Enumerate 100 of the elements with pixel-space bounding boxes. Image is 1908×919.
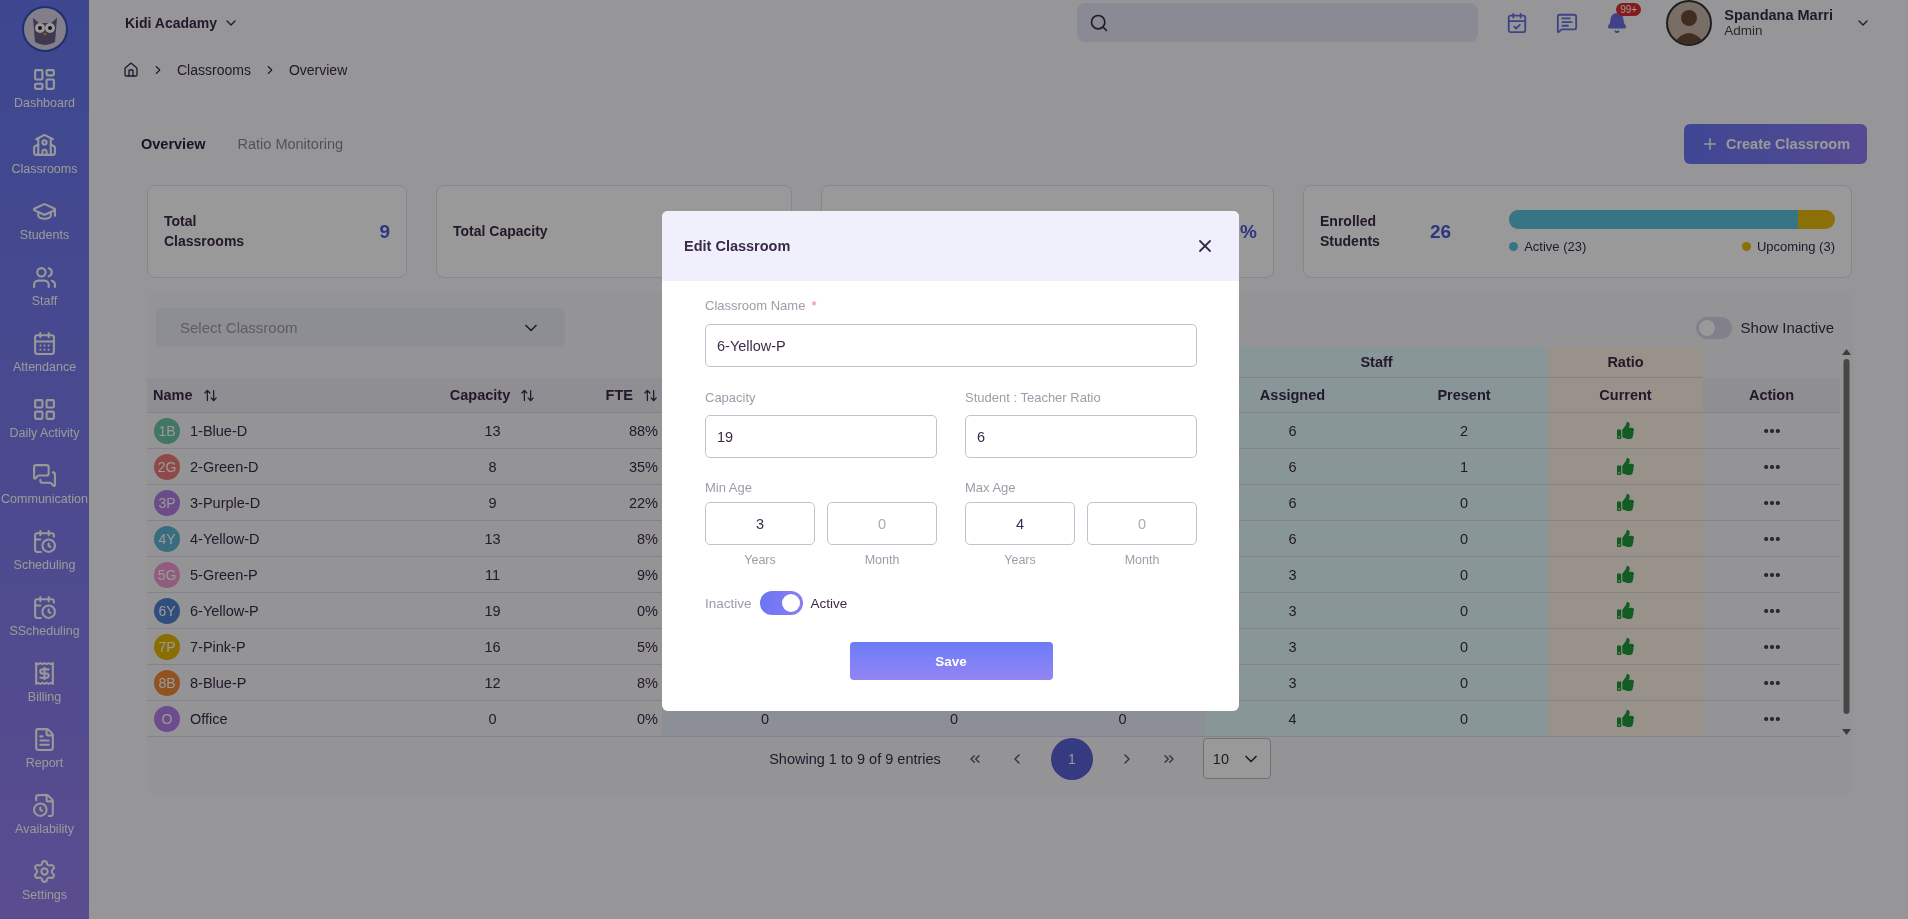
initials-avatar: 1B — [154, 417, 180, 444]
column-header: Action — [1703, 378, 1840, 413]
stat-value: 26 — [1430, 220, 1452, 243]
table-cell: 8 — [420, 449, 565, 485]
tab[interactable]: Ratio Monitoring — [237, 136, 344, 152]
input-field[interactable]: 0 — [1087, 502, 1197, 545]
initials-avatar: 6Y — [154, 597, 180, 624]
input-field[interactable]: 3 — [705, 502, 815, 545]
input-field[interactable]: 6-Yellow-P — [705, 324, 1197, 367]
sidebar-item[interactable]: Students — [0, 190, 89, 256]
sidebar-item[interactable]: Daily Activity — [0, 388, 89, 454]
table-cell: 1 — [1380, 449, 1548, 485]
field-caption: Years — [1003, 553, 1037, 567]
sidebar-item[interactable]: Scheduling — [0, 520, 89, 586]
table-cell: 0 — [1380, 701, 1548, 737]
legend-label: Active (23) — [1524, 238, 1587, 254]
field-label: Max Age — [965, 480, 1017, 496]
table-cell: 0 — [1380, 557, 1548, 593]
table-cell: 11 — [420, 557, 565, 593]
tab[interactable]: Overview — [141, 136, 206, 152]
page-button[interactable]: 1 — [1050, 737, 1093, 780]
calendar-check-button[interactable] — [1506, 11, 1529, 34]
table-cell: 4 — [1205, 701, 1380, 737]
input-field[interactable]: 0 — [827, 502, 937, 545]
initials-avatar: 3P — [154, 489, 180, 516]
switch-label: Show Inactive — [1740, 319, 1834, 336]
table-cell: 2 — [1380, 413, 1548, 449]
sidebar-item[interactable]: Billing — [0, 652, 89, 718]
initials-avatar: O — [154, 705, 180, 732]
sidebar-item[interactable]: Staff — [0, 256, 89, 322]
input-field[interactable]: 6 — [965, 415, 1197, 458]
home-icon[interactable] — [123, 62, 139, 78]
stat-label: Total Classrooms — [164, 211, 246, 251]
dialog-title: Edit Classroom — [684, 238, 791, 254]
initials-avatar: 7P — [154, 633, 180, 660]
classroom-name: 3-Purple-D — [190, 494, 261, 511]
sort-icon — [643, 387, 658, 403]
save-button[interactable]: Save — [849, 642, 1053, 680]
initials-avatar: 2G — [154, 453, 180, 480]
people-icon — [32, 265, 57, 290]
dashboard-icon — [32, 67, 57, 92]
table-cell: 0 — [1380, 629, 1548, 665]
page-size-select[interactable]: 10 — [1202, 738, 1271, 779]
field-caption: Years — [743, 553, 777, 567]
bell-icon — [1606, 11, 1629, 34]
search-icon — [1089, 12, 1110, 33]
table-cell: 0 — [1380, 485, 1548, 521]
column-header: Present — [1380, 378, 1548, 413]
classroom-name: 4-Yellow-D — [190, 530, 260, 547]
sidebar-item[interactable]: Dashboard — [0, 58, 89, 124]
column-header: Current — [1548, 378, 1703, 413]
school-selector[interactable]: Kidi Acadamy — [125, 14, 240, 31]
classroom-name: 5-Green-P — [190, 566, 258, 583]
scrollbar-drawing[interactable] — [1840, 347, 1853, 737]
status-switch[interactable] — [759, 591, 803, 615]
table-cell: 0 — [1380, 521, 1548, 557]
sidebar-item[interactable]: Attendance — [0, 322, 89, 388]
search-field[interactable] — [1077, 3, 1479, 42]
receipt-icon — [32, 661, 57, 686]
active-label: Active — [810, 595, 848, 611]
create-classroom-button[interactable]: Create Classroom — [1684, 124, 1867, 164]
notification-badge: 99+ — [1616, 2, 1642, 16]
field-label: Classroom Name * — [705, 298, 818, 314]
messages-button[interactable] — [1556, 11, 1579, 34]
table-cell: 13 — [420, 413, 565, 449]
stat-value: % — [1240, 220, 1257, 243]
table-cell: 13 — [420, 521, 565, 557]
calendar-clock-icon — [32, 529, 57, 554]
input-field[interactable]: 4 — [965, 502, 1075, 545]
sidebar-item[interactable]: Communication — [0, 454, 89, 520]
field-caption: Month — [1123, 553, 1161, 567]
sort-icon — [202, 387, 218, 403]
stat-value: 9 — [379, 220, 390, 243]
classroom-name: Office — [190, 710, 228, 727]
sidebar-item[interactable]: Settings — [0, 850, 89, 916]
notifications-button[interactable] — [1606, 11, 1629, 34]
breadcrumb-link[interactable]: Classrooms — [177, 62, 251, 78]
column-header[interactable]: FTE — [565, 378, 662, 413]
classroom-name: 8-Blue-P — [190, 674, 247, 691]
breadcrumb-link[interactable]: Overview — [288, 62, 348, 78]
sidebar-item[interactable]: SScheduling — [0, 586, 89, 652]
user-avatar[interactable] — [1666, 0, 1713, 46]
field-caption: Month — [863, 553, 901, 567]
sidebar-item[interactable]: Classrooms — [0, 124, 89, 190]
table-cell: 0 — [420, 701, 565, 737]
table-cell: 9 — [420, 485, 565, 521]
classroom-name: 6-Yellow-P — [190, 602, 259, 619]
input-field[interactable]: 19 — [705, 415, 937, 458]
table-cell: 19 — [420, 593, 565, 629]
classroom-name: 7-Pink-P — [190, 638, 246, 655]
sidebar-item[interactable]: Report — [0, 718, 89, 784]
calendar-icon — [32, 331, 57, 356]
chat-bubbles-icon — [32, 463, 57, 488]
column-header[interactable]: Name — [147, 378, 420, 413]
entries-summary: Showing 1 to 9 of 9 entries — [769, 750, 941, 767]
column-header[interactable]: Capacity — [420, 378, 565, 413]
field-label: Capacity — [705, 390, 757, 406]
initials-avatar: 4Y — [154, 525, 180, 552]
sort-icon — [520, 387, 536, 403]
sidebar-item[interactable]: Availability — [0, 784, 89, 850]
